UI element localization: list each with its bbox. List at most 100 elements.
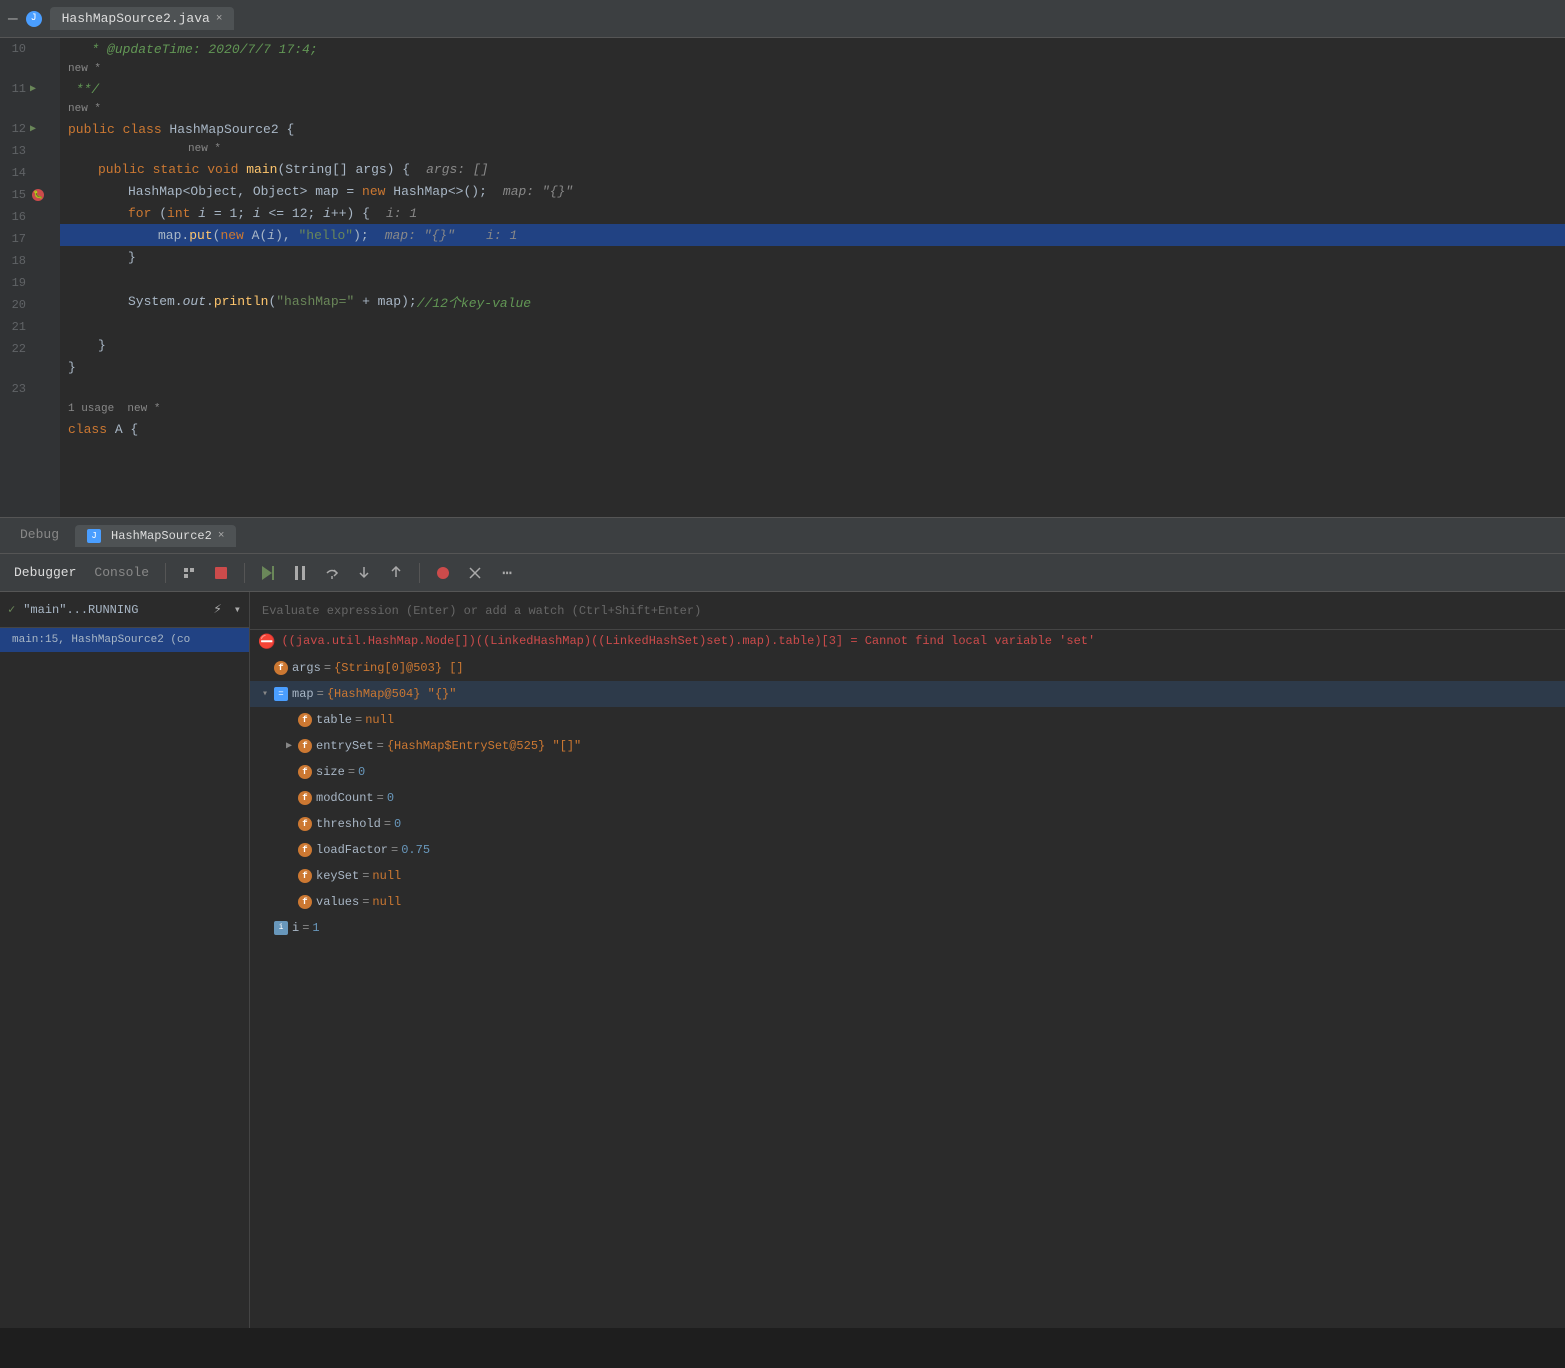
more-options-button[interactable]: ⋯ [494, 560, 520, 586]
gutter-row-22: 22 [0, 338, 60, 360]
code-line-20: } [60, 334, 1565, 356]
toolbar-sep1 [165, 563, 166, 583]
resume-icon [262, 566, 274, 580]
args-name: args [292, 661, 321, 675]
code-line-23: class A { [60, 418, 1565, 440]
frames-header: ✓ "main"...RUNNING ⚡ ▾ [0, 592, 249, 628]
var-map[interactable]: ▾ = map = {HashMap@504} "{}" [250, 681, 1565, 707]
frame-label: main:15, HashMapSource2 (co [12, 634, 190, 646]
code-line-18: System. out . println ( "hashMap=" + map… [60, 290, 1565, 312]
var-threshold[interactable]: f threshold = 0 [250, 811, 1565, 837]
resume-button[interactable] [255, 560, 281, 586]
restore-layout-button[interactable] [176, 560, 202, 586]
var-values[interactable]: f values = null [250, 889, 1565, 915]
keyset-type-icon: f [298, 869, 312, 883]
editor-tab[interactable]: HashMapSource2.java × [50, 7, 235, 30]
code-line-10: * @updateTime: 2020/7/7 17:4; [60, 38, 1565, 60]
table-type-icon: f [298, 713, 312, 727]
var-entryset[interactable]: ▶ f entrySet = {HashMap$EntrySet@525} "[… [250, 733, 1565, 759]
line-num-14: 14 [4, 166, 26, 180]
frames-panel: ✓ "main"...RUNNING ⚡ ▾ main:15, HashMapS… [0, 592, 250, 1328]
line-num-12: 12 [4, 122, 26, 136]
tab-close-button[interactable]: × [216, 13, 223, 25]
toolbar-sep3 [419, 563, 420, 583]
debugger-tab[interactable]: Debugger [8, 565, 82, 580]
running-check-icon: ✓ [8, 602, 15, 617]
window-menu-icon[interactable]: — [8, 10, 18, 28]
code-line-13: HashMap<Object, Object> map = new HashMa… [60, 180, 1565, 202]
tab-debug[interactable]: Debug [8, 521, 71, 550]
error-text: ((java.util.HashMap.Node[])((LinkedHashM… [281, 634, 1095, 648]
threshold-name: threshold [316, 817, 381, 831]
code-line-21: } [60, 356, 1565, 378]
line-num-10: 10 [4, 42, 26, 56]
breakpoint-icon-15[interactable]: 🐛 [32, 189, 44, 201]
var-table[interactable]: f table = null [250, 707, 1565, 733]
map-value: {HashMap@504} "{}" [327, 687, 457, 701]
entryset-expand-icon[interactable]: ▶ [282, 739, 296, 753]
values-type-icon: f [298, 895, 312, 909]
usage-label: 1 usage new * [60, 400, 1565, 418]
code-line-11: public class HashMapSource2 { [60, 118, 1565, 140]
step-out-icon [389, 566, 403, 580]
var-i[interactable]: i i = 1 [250, 915, 1565, 941]
tab-hashmap-source[interactable]: J HashMapSource2 × [75, 525, 236, 547]
gutter-row-17: 17 [0, 228, 60, 250]
step-into-button[interactable] [351, 560, 377, 586]
i-type-icon: i [274, 921, 288, 935]
line-num-20: 20 [4, 298, 26, 312]
filter-icon[interactable]: ⚡ [213, 601, 221, 618]
i-name: i [292, 921, 299, 935]
section-new1: new * [60, 60, 1565, 78]
code-line-19 [60, 312, 1565, 334]
var-modcount[interactable]: f modCount = 0 [250, 785, 1565, 811]
loadfactor-type-icon: f [298, 843, 312, 857]
step-over-button[interactable] [319, 560, 345, 586]
values-name: values [316, 895, 359, 909]
evaluate-bar[interactable]: Evaluate expression (Enter) or add a wat… [250, 592, 1565, 630]
line-num-11: 11 [4, 82, 26, 96]
clear-all-button[interactable] [462, 560, 488, 586]
var-size[interactable]: f size = 0 [250, 759, 1565, 785]
frame-item-main[interactable]: main:15, HashMapSource2 (co [0, 628, 249, 652]
modcount-name: modCount [316, 791, 374, 805]
pause-icon [295, 566, 305, 580]
arrow-11: ▶ [30, 83, 44, 95]
toolbar-sep2 [244, 563, 245, 583]
map-type-icon: = [274, 687, 288, 701]
console-tab[interactable]: Console [88, 565, 155, 580]
stop-button[interactable] [208, 560, 234, 586]
comment-10: * @updateTime: 2020/7/7 17:4; [84, 42, 318, 57]
error-entry: ⛔ ((java.util.HashMap.Node[])((LinkedHas… [250, 630, 1565, 655]
map-name: map [292, 687, 314, 701]
var-keyset[interactable]: f keySet = null [250, 863, 1565, 889]
line-num-16: 16 [4, 210, 26, 224]
gutter-row-18: 18 [0, 250, 60, 272]
code-line-10b: **/ [60, 78, 1565, 100]
entryset-name: entrySet [316, 739, 374, 753]
loadfactor-value: 0.75 [401, 843, 430, 857]
gutter-row-new2 [0, 100, 60, 118]
var-loadfactor[interactable]: f loadFactor = 0.75 [250, 837, 1565, 863]
keyset-name: keySet [316, 869, 359, 883]
evaluate-placeholder: Evaluate expression (Enter) or add a wat… [262, 604, 701, 618]
gutter-row-20: 20 [0, 294, 60, 316]
mute-breakpoints-button[interactable] [430, 560, 456, 586]
editor-area: 10 11 ▶ 12 ▶ 13 14 15 🐛 16 [0, 38, 1565, 518]
step-out-button[interactable] [383, 560, 409, 586]
arrow-12: ▶ [30, 123, 44, 135]
section-new2: new * [60, 100, 1565, 118]
pause-button[interactable] [287, 560, 313, 586]
expand-thread-icon[interactable]: ▾ [234, 602, 241, 617]
hashmap-tab-close[interactable]: × [218, 530, 225, 542]
var-args[interactable]: f args = {String[0]@503} [] [250, 655, 1565, 681]
map-expand-icon[interactable]: ▾ [258, 687, 272, 701]
gutter-row-23: 23 [0, 378, 60, 400]
threshold-value: 0 [394, 817, 401, 831]
args-value: {String[0]@503} [] [334, 661, 464, 675]
mute-breakpoints-icon [436, 566, 450, 580]
code-line-16: } [60, 246, 1565, 268]
modcount-type-icon: f [298, 791, 312, 805]
code-line-22 [60, 378, 1565, 400]
code-content: * @updateTime: 2020/7/7 17:4; new * **/ … [60, 38, 1565, 517]
